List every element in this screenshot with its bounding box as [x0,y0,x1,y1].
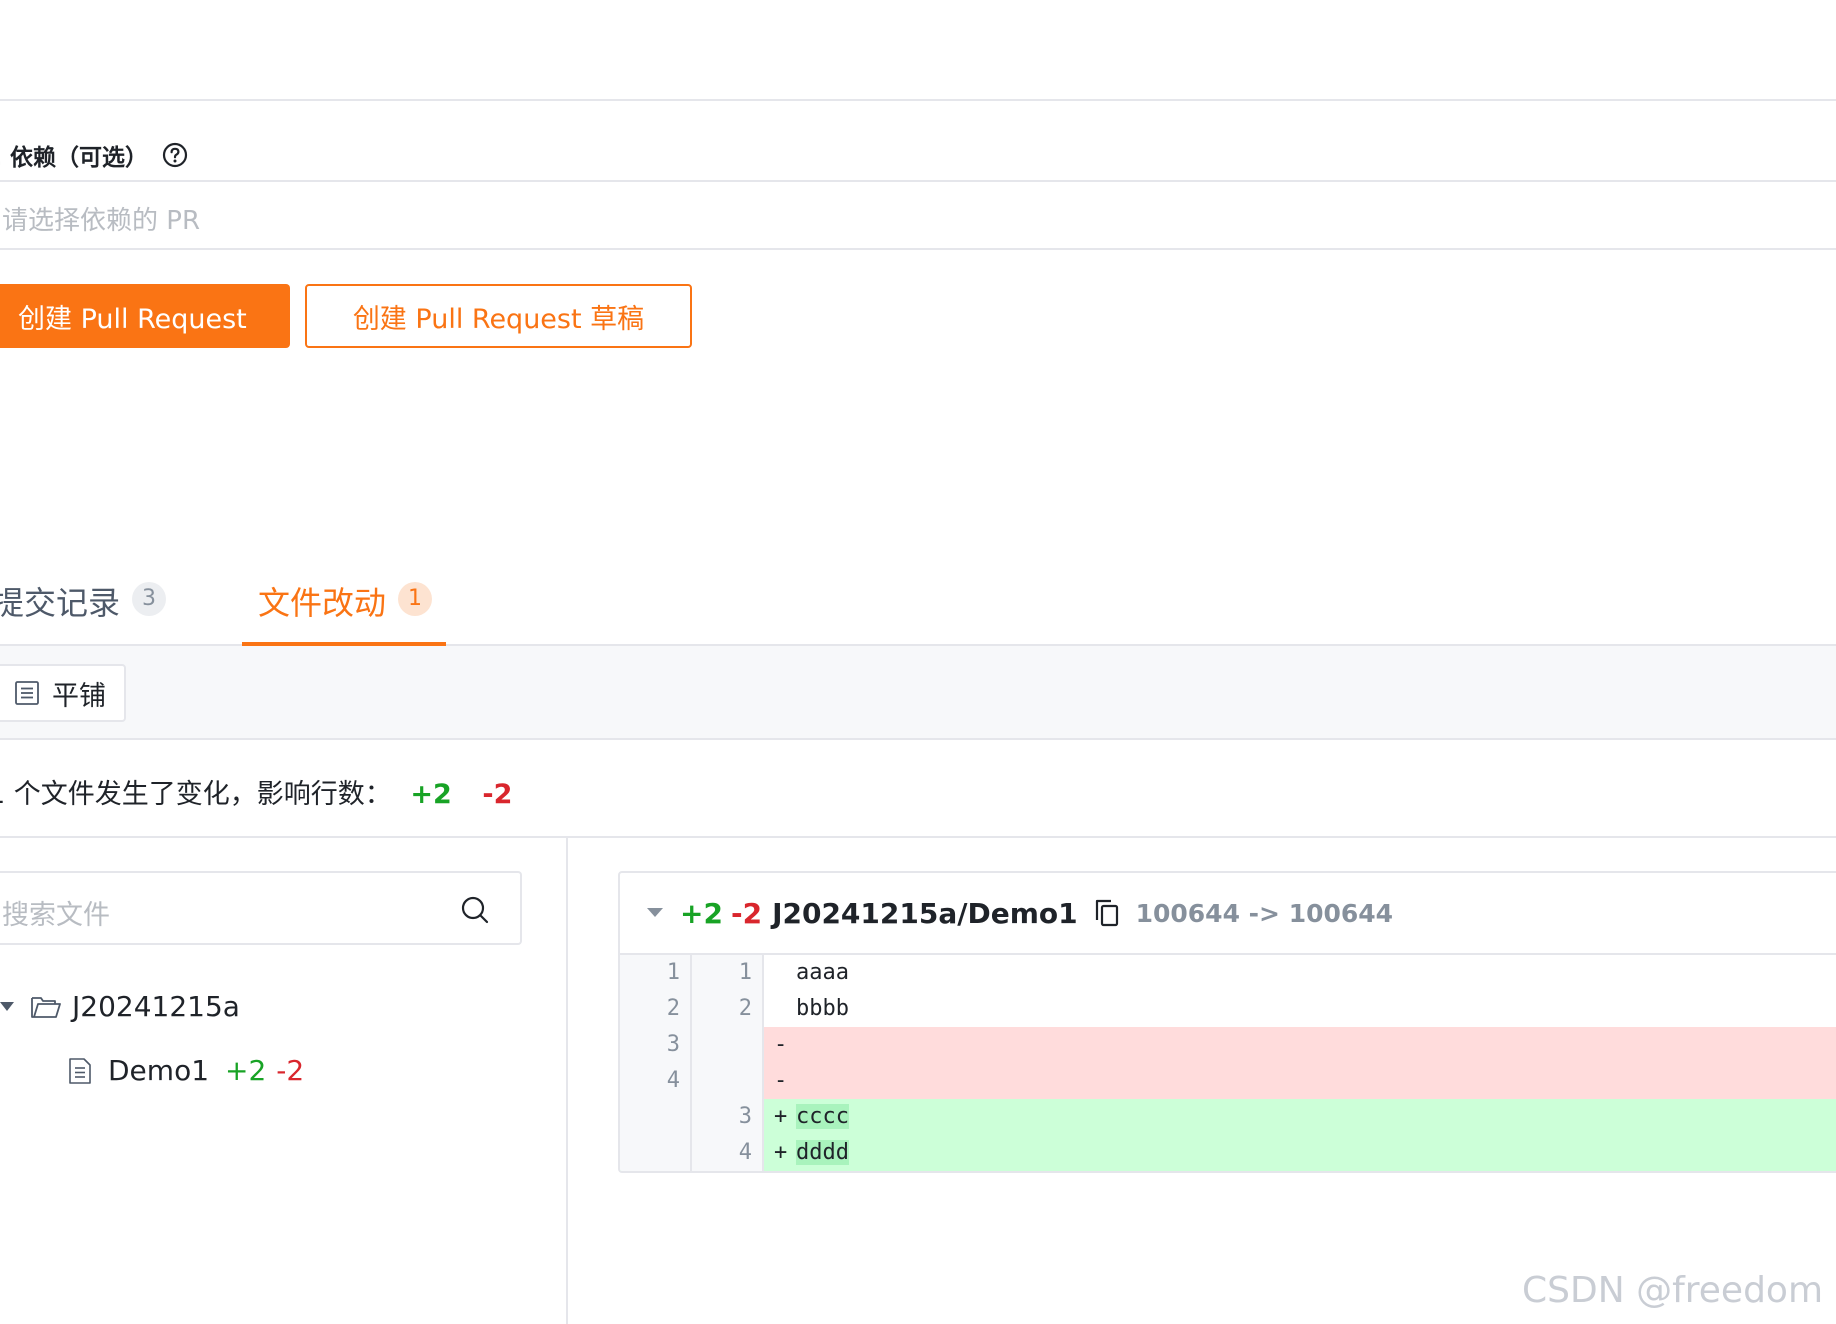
tab-commits-count: 3 [132,582,167,616]
new-line-number: 1 [692,955,764,991]
tree-folder[interactable]: J20241215a [0,990,240,1023]
tab-file-changes-count: 1 [398,582,433,616]
diff-line: 3- [620,1027,1836,1063]
list-icon [15,681,39,705]
question-circle-icon[interactable] [162,142,188,168]
diff-line-text: cccc [796,1104,849,1129]
tree-file-added: +2 [225,1054,267,1087]
tree-folder-name: J20241215a [72,990,240,1023]
diff-line-sign: + [774,1104,788,1129]
old-line-number: 1 [620,955,692,991]
diff-line-text: bbbb [796,996,849,1021]
old-line-number: 4 [620,1063,692,1099]
diff-file-mode: 100644 -> 100644 [1135,898,1394,928]
diff-line-sign [774,955,796,991]
old-line-number: 3 [620,1027,692,1063]
diff-line-text: dddd [796,1140,849,1165]
diff-panel: +2 -2 J20241215a/Demo1 100644 -> 100644 … [618,871,1836,1173]
caret-down-icon[interactable] [0,1001,16,1013]
file-text-icon [69,1057,91,1084]
change-summary-text: 1 个文件发生了变化，影响行数： [0,779,392,810]
diff-line: 4 + dddd [620,1135,1836,1171]
top-divider [0,99,1836,101]
diff-line-content: + cccc [764,1099,849,1135]
summary-added-count: +2 [410,779,452,810]
view-mode-label: 平铺 [52,680,106,712]
diff-line-sign: - [774,1068,788,1093]
diff-lines: 11 aaaa 2 2 bbbb 3-4-3 + cccc 4 + dddd [620,955,1836,1171]
tab-file-changes-label: 文件改动 [258,584,387,622]
search-icon[interactable] [460,895,490,925]
dependency-placeholder: 请选择依赖的 PR [2,206,201,236]
diff-file-path: J20241215a/Demo1 [772,896,1078,930]
diff-toolbar: 平铺 [0,646,1836,740]
file-search-placeholder: 搜索文件 [2,900,110,931]
tree-file[interactable]: Demo1 +2 -2 [68,1054,304,1087]
diff-line-content: - [764,1027,796,1063]
new-line-number [692,1063,764,1099]
diff-line-content: aaaa [764,955,849,991]
diff-line: 22 bbbb [620,991,1836,1027]
view-mode-button[interactable]: 平铺 [0,664,126,722]
summary-divider [0,836,1836,838]
file-search-input[interactable]: 搜索文件 [0,871,522,945]
new-line-number [692,1027,764,1063]
summary-deleted-count: -2 [482,779,513,810]
create-draft-pull-request-button[interactable]: 创建 Pull Request 草稿 [305,284,692,348]
new-line-number: 4 [692,1135,764,1171]
diff-line: 4- [620,1063,1836,1099]
diff-line: 11 aaaa [620,955,1836,991]
diff-line-sign: - [774,1032,788,1057]
diff-added-count: +2 [680,896,723,930]
diff-deleted-count: -2 [730,896,763,930]
watermark: CSDN @freedom [1522,1270,1824,1311]
diff-line-sign [774,991,796,1027]
dependency-label-text: 2 依赖（可选） [0,145,149,171]
tab-commits[interactable]: 提交记录 3 [0,578,167,646]
change-summary: 1 个文件发生了变化，影响行数： +2 -2 [0,772,512,811]
tab-commits-label: 提交记录 [0,584,121,622]
diff-line-content: + dddd [764,1135,849,1171]
collapse-caret-icon[interactable] [646,907,664,919]
copy-icon[interactable] [1094,898,1120,928]
diff-line: 3 + cccc [620,1099,1836,1135]
old-line-number: 2 [620,991,692,1027]
old-line-number [620,1099,692,1135]
new-line-number: 3 [692,1099,764,1135]
dependency-label: 2 依赖（可选） [0,138,188,172]
tree-file-name: Demo1 [108,1054,210,1087]
create-pull-request-button[interactable]: 创建 Pull Request [0,284,290,348]
diff-line-sign: + [774,1140,788,1165]
tab-bar: 提交记录 3 文件改动 1 [0,560,1836,646]
dependency-select[interactable]: 请选择依赖的 PR [0,180,1836,250]
diff-line-text: aaaa [796,960,849,985]
old-line-number [620,1135,692,1171]
diff-header[interactable]: +2 -2 J20241215a/Demo1 100644 -> 100644 [620,873,1836,955]
folder-open-icon [31,996,61,1018]
new-line-number: 2 [692,991,764,1027]
diff-line-content: - [764,1063,796,1099]
tree-file-deleted: -2 [276,1054,305,1087]
diff-line-content: bbbb [764,991,849,1027]
panel-divider[interactable] [566,838,568,1324]
tab-file-changes[interactable]: 文件改动 1 [242,560,446,646]
